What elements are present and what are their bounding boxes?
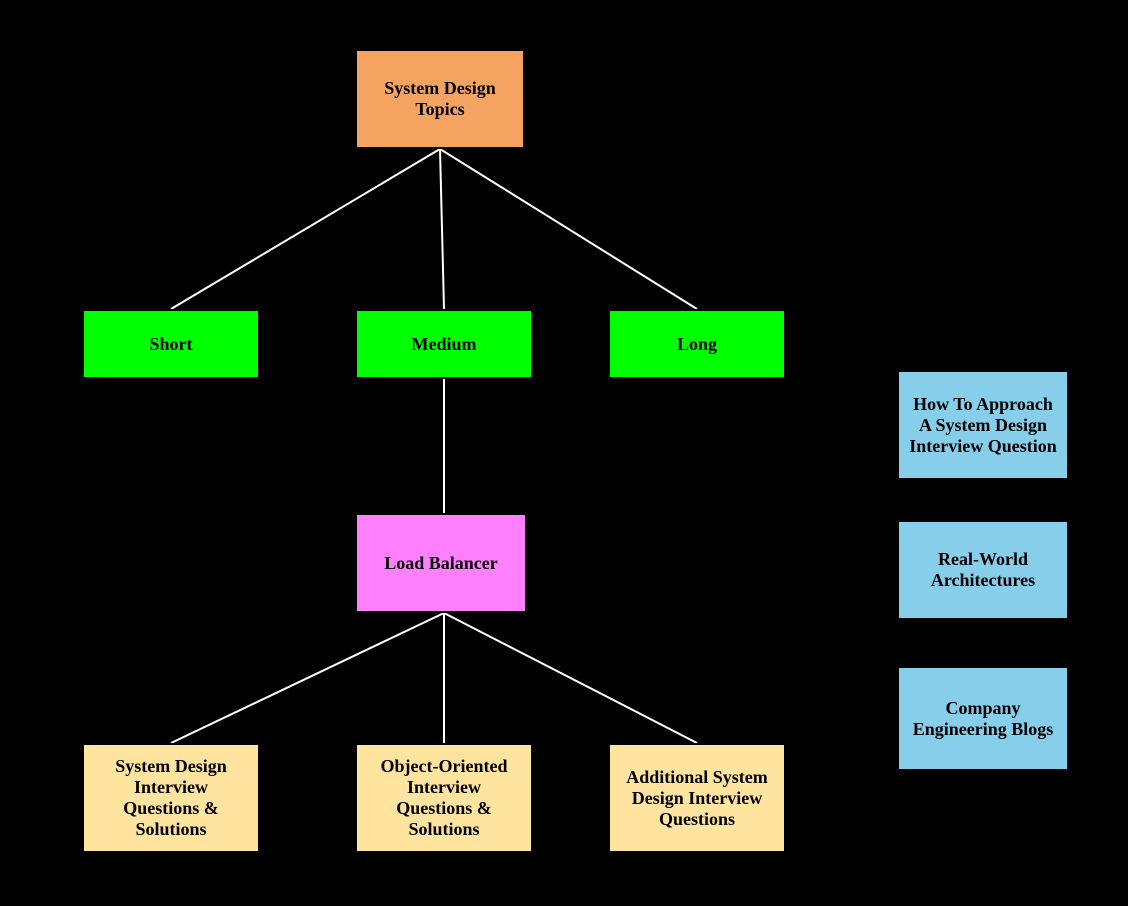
- system-design-topics-label: System Design Topics: [367, 78, 513, 120]
- sd-interview-qs-label: System Design Interview Questions & Solu…: [94, 756, 248, 840]
- how-to-approach-label: How To Approach A System Design Intervie…: [909, 394, 1057, 457]
- long-node[interactable]: Long: [608, 309, 786, 379]
- real-world-node[interactable]: Real-World Architectures: [897, 520, 1069, 620]
- load-balancer-label: Load Balancer: [384, 553, 498, 574]
- short-node[interactable]: Short: [82, 309, 260, 379]
- real-world-label: Real-World Architectures: [909, 549, 1057, 591]
- sd-interview-qs-node[interactable]: System Design Interview Questions & Solu…: [82, 743, 260, 853]
- additional-sd-label: Additional System Design Interview Quest…: [620, 767, 774, 830]
- how-to-approach-node[interactable]: How To Approach A System Design Intervie…: [897, 370, 1069, 480]
- system-design-topics-node[interactable]: System Design Topics: [355, 49, 525, 149]
- company-engineering-label: Company Engineering Blogs: [909, 698, 1057, 740]
- short-label: Short: [149, 334, 192, 355]
- additional-sd-node[interactable]: Additional System Design Interview Quest…: [608, 743, 786, 853]
- long-label: Long: [677, 334, 717, 355]
- oo-interview-qs-label: Object-Oriented Interview Questions & So…: [367, 756, 521, 840]
- medium-label: Medium: [412, 334, 477, 355]
- company-engineering-node[interactable]: Company Engineering Blogs: [897, 666, 1069, 771]
- load-balancer-node[interactable]: Load Balancer: [355, 513, 527, 613]
- oo-interview-qs-node[interactable]: Object-Oriented Interview Questions & So…: [355, 743, 533, 853]
- medium-node[interactable]: Medium: [355, 309, 533, 379]
